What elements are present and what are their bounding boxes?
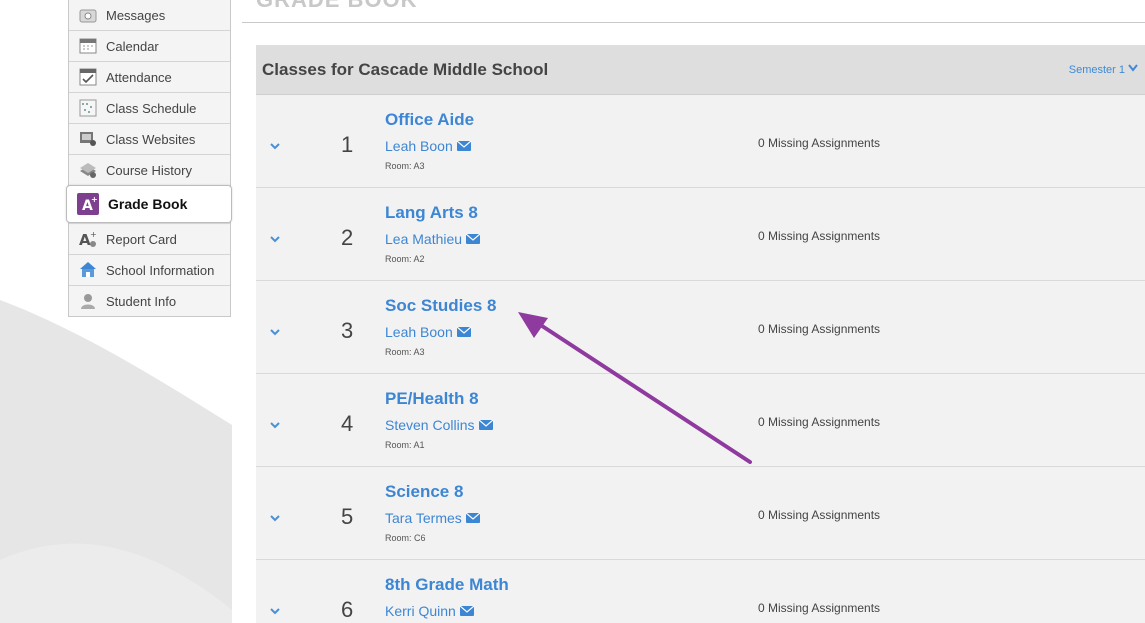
chevron-down-icon [1128,64,1138,75]
class-period-number: 4 [341,411,354,436]
missing-assignments[interactable]: 0 Missing Assignments [758,136,880,150]
teacher-link[interactable]: Kerri Quinn [385,603,474,619]
school-information-icon [79,261,97,279]
missing-assignments[interactable]: 0 Missing Assignments [758,322,880,336]
missing-assignments[interactable]: 0 Missing Assignments [758,229,880,243]
semester-dropdown[interactable]: Semester 1 [1069,64,1138,76]
expand-chevron-icon[interactable] [269,231,283,245]
sidebar-item-messages[interactable]: Messages [69,0,230,30]
class-row: 4 PE/Health 8 Steven Collins Room: A1 0 … [256,374,1145,467]
svg-text:+: + [90,230,97,239]
teacher-name: Leah Boon [385,138,453,154]
sidebar-nav-list: Messages Calendar Attendance Class Sched… [66,0,232,317]
sidebar-item-attendance[interactable]: Attendance [69,61,230,92]
sidebar-item-grade-book[interactable]: A + Grade Book [66,185,232,223]
class-period-number: 6 [341,597,354,622]
course-name-link[interactable]: Office Aide [385,110,474,130]
sidebar-item-course-history[interactable]: Course History [69,154,230,185]
sidebar-item-label: School Information [106,262,215,278]
report-card-icon: A + [79,230,97,248]
sidebar: Messages Calendar Attendance Class Sched… [66,0,232,317]
expand-chevron-icon[interactable] [269,603,283,617]
teacher-name: Kerri Quinn [385,603,456,619]
room-label: Room: A2 [385,254,425,264]
sidebar-item-calendar[interactable]: Calendar [69,30,230,61]
class-period-number: 3 [341,318,354,343]
class-period-number: 2 [341,225,354,250]
class-row: 6 8th Grade Math Kerri Quinn 0 Missing A… [256,560,1145,623]
course-name-link[interactable]: Soc Studies 8 [385,296,496,316]
sidebar-item-report-card[interactable]: A + Report Card [69,223,230,254]
page-title: GRADE BOOK [256,0,418,13]
sidebar-item-school-information[interactable]: School Information [69,254,230,285]
missing-assignments[interactable]: 0 Missing Assignments [758,415,880,429]
attendance-icon [79,68,97,86]
grade-book-icon: A + [77,193,99,215]
student-info-icon [79,292,97,310]
svg-text:+: + [91,195,98,204]
sidebar-item-class-websites[interactable]: Class Websites [69,123,230,154]
course-name-link[interactable]: Science 8 [385,482,463,502]
sidebar-item-label: Student Info [106,293,177,309]
sidebar-item-label: Calendar [106,38,159,54]
expand-chevron-icon[interactable] [269,324,283,338]
class-period-number: 5 [341,504,354,529]
sidebar-item-label: Report Card [106,231,177,247]
sidebar-item-label: Grade Book [108,196,188,212]
sidebar-item-student-info[interactable]: Student Info [69,285,230,316]
room-label: Room: A3 [385,347,425,357]
teacher-name: Steven Collins [385,417,475,433]
class-schedule-icon [79,99,97,117]
class-row: 1 Office Aide Leah Boon Room: A3 0 Missi… [256,95,1145,188]
mail-icon [459,606,474,616]
expand-chevron-icon[interactable] [269,510,283,524]
sidebar-item-label: Attendance [106,69,172,85]
expand-chevron-icon[interactable] [269,417,283,431]
class-row: 5 Science 8 Tara Termes Room: C6 0 Missi… [256,467,1145,560]
calendar-icon [79,37,97,55]
teacher-link[interactable]: Leah Boon [385,324,471,340]
course-name-link[interactable]: 8th Grade Math [385,575,509,595]
course-name-link[interactable]: Lang Arts 8 [385,203,478,223]
class-row: 2 Lang Arts 8 Lea Mathieu Room: A2 0 Mis… [256,188,1145,281]
mail-icon [478,420,493,430]
sidebar-item-label: Messages [106,7,166,23]
semester-label: Semester 1 [1068,63,1125,76]
teacher-link[interactable]: Leah Boon [385,138,471,154]
mail-icon [466,234,481,244]
teacher-name: Leah Boon [385,324,453,340]
class-websites-icon [79,130,97,148]
mail-icon [465,513,480,523]
teacher-link[interactable]: Tara Termes [385,510,480,526]
room-label: Room: A3 [385,161,425,171]
expand-chevron-icon[interactable] [269,138,283,152]
teacher-name: Lea Mathieu [385,231,463,247]
room-label: Room: A1 [385,440,425,450]
course-name-link[interactable]: PE/Health 8 [385,389,479,409]
panel-title: Classes for Cascade Middle School [262,59,549,79]
course-history-icon [79,161,97,179]
class-period-number: 1 [341,132,354,157]
classes-panel: Classes for Cascade Middle School Semest… [256,45,1145,623]
missing-assignments[interactable]: 0 Missing Assignments [758,601,880,615]
mail-icon [456,141,471,151]
sidebar-item-label: Course History [106,162,192,178]
mail-icon [456,327,471,337]
room-label: Room: C6 [385,533,426,543]
sidebar-item-label: Class Schedule [106,100,197,116]
class-row: 3 Soc Studies 8 Leah Boon Room: A3 0 Mis… [256,281,1145,374]
sidebar-item-class-schedule[interactable]: Class Schedule [69,92,230,123]
missing-assignments[interactable]: 0 Missing Assignments [758,508,880,522]
messages-icon [79,6,97,24]
sidebar-item-label: Class Websites [106,131,196,147]
teacher-name: Tara Termes [385,510,462,526]
panel-header: Classes for Cascade Middle School Semest… [256,45,1145,95]
title-divider [242,22,1145,23]
teacher-link[interactable]: Lea Mathieu [385,231,481,247]
teacher-link[interactable]: Steven Collins [385,417,493,433]
